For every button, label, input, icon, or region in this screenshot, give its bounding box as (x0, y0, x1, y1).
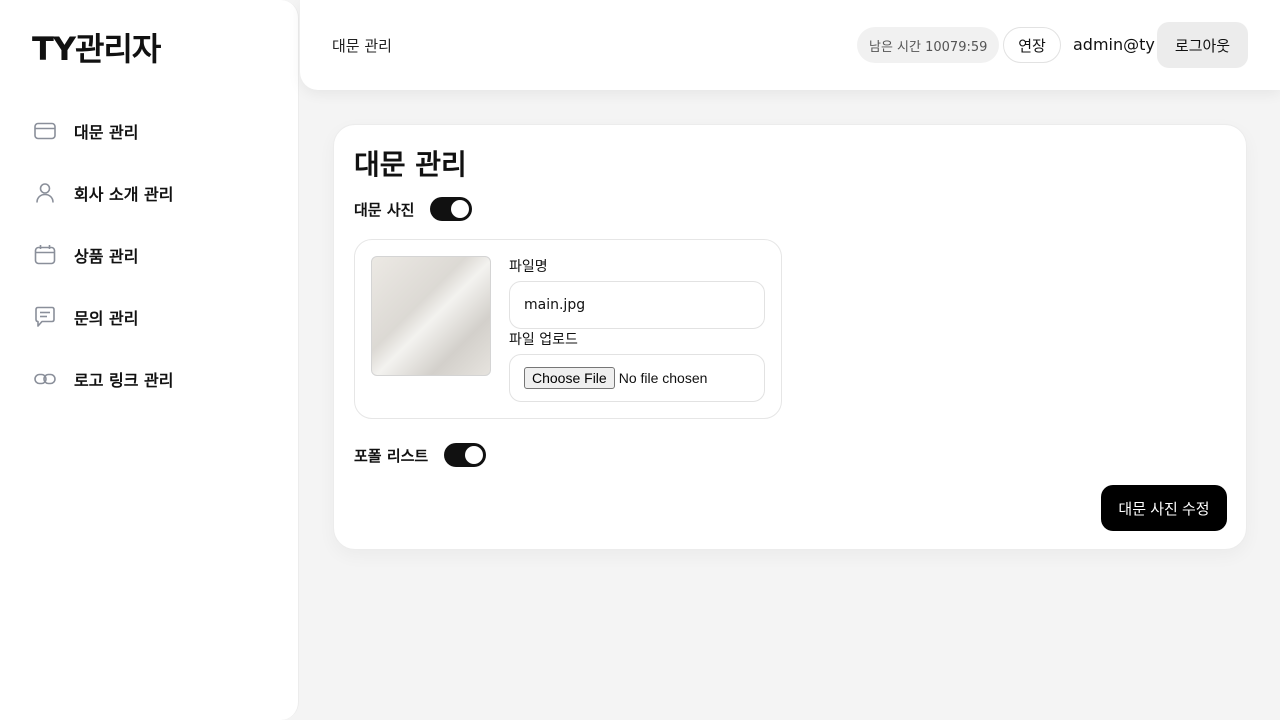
main-card: 대문 관리 대문 사진 파일명 파일 업로드 Choose File No fi… (333, 124, 1247, 550)
no-file-text: No file chosen (618, 370, 708, 386)
sidebar-item-products[interactable]: 상품 관리 (32, 235, 272, 275)
file-upload-field[interactable]: Choose File No file chosen (509, 354, 765, 402)
sidebar-item-label: 로고 링크 관리 (74, 371, 174, 390)
extend-session-button[interactable]: 연장 (1003, 27, 1061, 63)
sidebar-item-banner[interactable]: 대문 관리 (32, 111, 272, 151)
main-photo-toggle[interactable] (430, 197, 473, 221)
session-timer: 남은 시간 10079:59 (857, 27, 1000, 63)
main-photo-toggle-label: 대문 사진 (354, 200, 415, 219)
breadcrumb: 대문 관리 (332, 37, 392, 55)
message-icon (32, 304, 58, 330)
main-photo-toggle-row: 대문 사진 (354, 196, 473, 222)
photo-upload-panel: 파일명 파일 업로드 Choose File No file chosen (354, 239, 782, 419)
choose-file-button[interactable]: Choose File (524, 367, 615, 389)
user-icon (32, 180, 58, 206)
sidebar-item-label: 상품 관리 (74, 247, 139, 266)
portfolio-toggle[interactable] (444, 443, 487, 467)
main-photo-thumbnail (371, 256, 491, 376)
calendar-icon (32, 242, 58, 268)
sidebar-item-label: 문의 관리 (74, 309, 139, 328)
portfolio-toggle-row: 포폴 리스트 (354, 442, 487, 468)
sidebar: TY관리자 대문 관리 회사 소개 관리 상품 관리 문의 관리 로고 링크 관… (0, 0, 299, 720)
sidebar-item-inquiries[interactable]: 문의 관리 (32, 297, 272, 337)
filename-label: 파일명 (509, 259, 548, 275)
logout-button[interactable]: 로그아웃 (1157, 22, 1248, 68)
page-title: 대문 관리 (354, 148, 467, 181)
brand-title: TY관리자 (32, 30, 161, 68)
sidebar-item-label: 대문 관리 (74, 123, 139, 142)
portfolio-toggle-label: 포폴 리스트 (354, 446, 429, 465)
user-email: admin@ty (1073, 35, 1155, 54)
toggle-knob (451, 200, 470, 218)
top-header: 대문 관리 남은 시간 10079:59 연장 admin@ty 로그아웃 (300, 0, 1280, 90)
sidebar-item-company[interactable]: 회사 소개 관리 (32, 173, 272, 213)
link-icon (32, 366, 58, 392)
sidebar-item-logo-links[interactable]: 로고 링크 관리 (32, 359, 272, 399)
update-main-photo-button[interactable]: 대문 사진 수정 (1101, 485, 1227, 531)
sidebar-item-label: 회사 소개 관리 (74, 185, 174, 204)
filename-input[interactable] (509, 281, 765, 329)
card-icon (32, 118, 58, 144)
file-upload-label: 파일 업로드 (509, 332, 578, 348)
toggle-knob (465, 446, 484, 464)
